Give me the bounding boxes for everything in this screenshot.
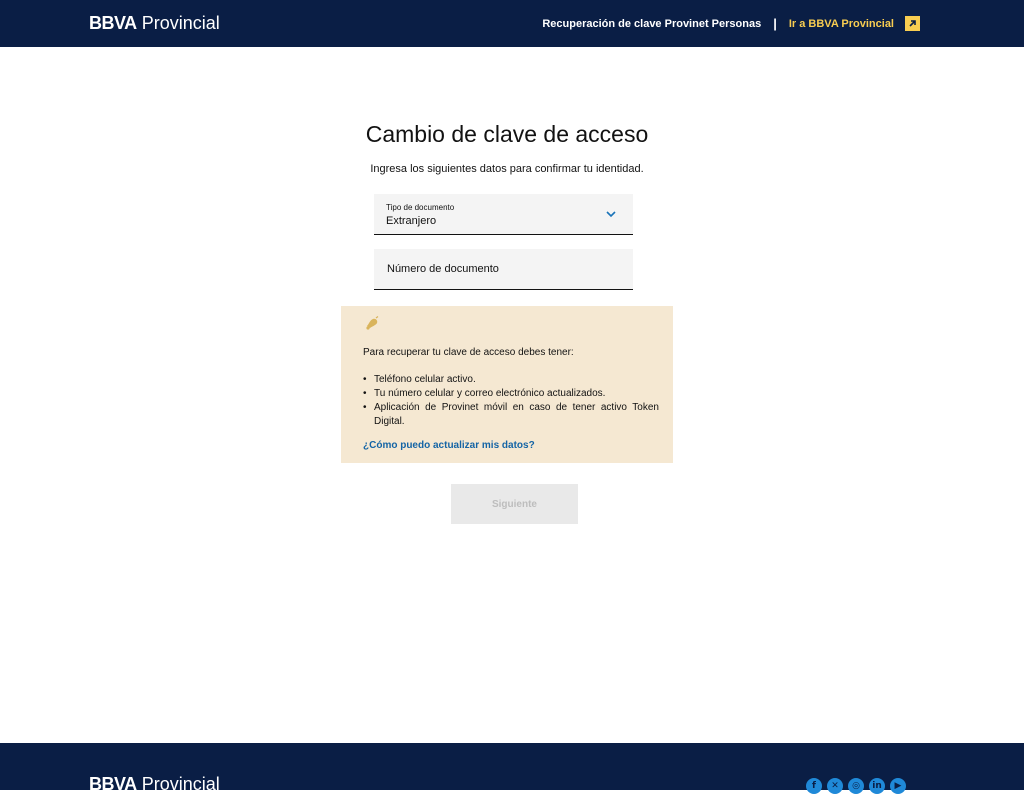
footer-brand-name-light: Provincial: [141, 774, 220, 794]
document-type-select[interactable]: Tipo de documento Extranjero: [374, 194, 633, 235]
page-title: Cambio de clave de acceso: [365, 121, 649, 147]
linkedin-icon[interactable]: in: [869, 778, 885, 794]
document-number-field: [374, 249, 633, 290]
brand-name-bold: BBVA: [89, 13, 137, 33]
bell-icon: [366, 316, 379, 330]
footer-brand-logo[interactable]: BBVA Provincial: [89, 773, 220, 795]
brand-name-light: Provincial: [141, 13, 220, 33]
requirements-notice: Para recuperar tu clave de acceso debes …: [341, 306, 673, 463]
document-type-label: Tipo de documento: [386, 203, 455, 212]
facebook-icon[interactable]: f: [806, 778, 822, 794]
x-icon[interactable]: ✕: [827, 778, 843, 794]
brand-logo[interactable]: BBVA Provincial: [89, 12, 220, 34]
notice-heading: Para recuperar tu clave de acceso debes …: [363, 347, 574, 358]
goto-bbva-link[interactable]: Ir a BBVA Provincial: [789, 18, 894, 30]
footer-brand-name-bold: BBVA: [89, 774, 137, 794]
requirements-list: Teléfono celular activo. Tu número celul…: [363, 373, 659, 429]
list-item: Tu número celular y correo electrónico a…: [363, 387, 659, 401]
list-item: Teléfono celular activo.: [363, 373, 659, 387]
list-item: Aplicación de Provinet móvil en caso de …: [363, 401, 659, 429]
youtube-icon[interactable]: ▶: [890, 778, 906, 794]
update-data-link[interactable]: ¿Cómo puedo actualizar mis datos?: [363, 440, 535, 451]
document-type-value: Extranjero: [386, 215, 437, 227]
next-button[interactable]: Siguiente: [451, 484, 578, 524]
page-subtitle: Ingresa los siguientes datos para confir…: [370, 163, 644, 175]
instagram-icon[interactable]: ◎: [848, 778, 864, 794]
chevron-down-icon[interactable]: [605, 208, 617, 220]
top-nav: Recuperación de clave Provinet Personas …: [542, 16, 894, 31]
top-header: BBVA Provincial Recuperación de clave Pr…: [0, 0, 1024, 47]
document-number-input[interactable]: [374, 249, 633, 289]
external-arrow-icon[interactable]: [905, 16, 920, 31]
social-links: f ✕ ◎ in ▶: [806, 778, 906, 794]
recovery-link[interactable]: Recuperación de clave Provinet Personas: [542, 18, 761, 30]
nav-separator: |: [773, 16, 777, 31]
